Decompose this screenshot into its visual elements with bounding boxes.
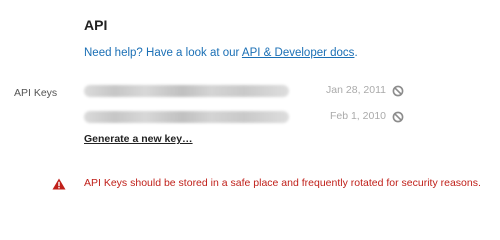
revoke-icon[interactable] bbox=[392, 111, 404, 123]
api-key-value-redacted bbox=[84, 85, 289, 97]
api-keys-label: API Keys bbox=[14, 87, 58, 99]
security-warning-text: API Keys should be stored in a safe plac… bbox=[84, 177, 481, 189]
section-title: API bbox=[84, 17, 108, 33]
generate-key-link[interactable]: Generate a new key… bbox=[84, 133, 193, 145]
api-key-row: Feb 1, 2010 bbox=[84, 109, 404, 125]
developer-docs-link[interactable]: API & Developer docs bbox=[242, 47, 355, 59]
api-key-value-redacted bbox=[84, 111, 289, 123]
api-key-row: Jan 28, 2011 bbox=[84, 83, 404, 99]
api-key-date: Jan 28, 2011 bbox=[326, 84, 386, 96]
revoke-icon[interactable] bbox=[392, 85, 404, 97]
help-suffix: . bbox=[354, 47, 358, 59]
help-prefix: Need help? Have a look at our bbox=[84, 47, 242, 59]
warning-icon bbox=[52, 178, 66, 190]
help-text: Need help? Have a look at our API & Deve… bbox=[84, 47, 358, 59]
api-key-date: Feb 1, 2010 bbox=[329, 110, 386, 122]
